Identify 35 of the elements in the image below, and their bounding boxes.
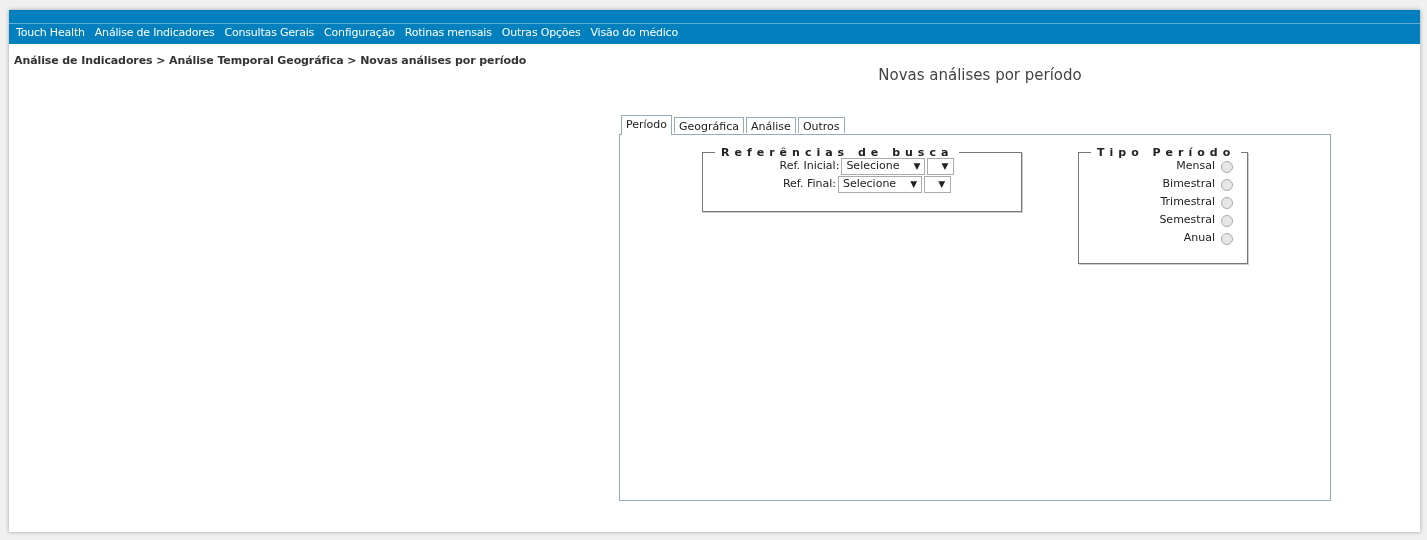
radio-button[interactable] — [1221, 196, 1233, 209]
radio-button[interactable] — [1221, 214, 1233, 227]
option-label: Trimestral — [1160, 194, 1215, 211]
menu-item[interactable]: Consultas Gerais — [219, 25, 320, 42]
radio-button[interactable] — [1221, 232, 1233, 245]
option-label: Semestral — [1159, 212, 1215, 229]
option-label: Mensal — [1176, 158, 1215, 175]
caret-icon: ▼ — [913, 159, 921, 174]
caret-icon: ▼ — [938, 177, 946, 192]
dropdown[interactable]: ▼ — [927, 158, 955, 175]
tab[interactable]: Análise — [746, 117, 796, 133]
caret-icon: ▼ — [941, 159, 949, 174]
tab[interactable]: Outros — [797, 117, 845, 133]
breadcrumb: Análise de Indicadores > Análise Temporal Geográfica > Novas análises por período — [13, 53, 528, 69]
field-label: Ref. Final: — [782, 176, 836, 193]
option-label: Anual — [1183, 230, 1215, 247]
menu-item[interactable]: Outras Opções — [496, 25, 586, 42]
option-label: Bimestral — [1162, 176, 1215, 193]
dropdown[interactable]: Selecione ▼ — [838, 176, 923, 193]
menu-item[interactable]: Touch Health — [11, 25, 90, 42]
menu-item[interactable]: Visão do médico — [585, 25, 683, 42]
page-title: Novas análises por período — [877, 64, 1083, 86]
menu-item[interactable]: Análise de Indicadores — [89, 25, 220, 42]
tab[interactable]: Período — [621, 115, 673, 135]
dropdown[interactable]: Selecione ▼ — [841, 158, 926, 175]
group-title: Tipo Período — [1096, 146, 1237, 158]
radio-button[interactable] — [1221, 160, 1233, 173]
field-label: Ref. Inicial: — [779, 158, 840, 175]
group-title: Referências de busca — [720, 146, 955, 158]
menu-item[interactable]: Configuração — [319, 25, 400, 42]
caret-icon: ▼ — [910, 177, 918, 192]
radio-button[interactable] — [1221, 178, 1233, 191]
tab[interactable]: Geográfica — [674, 117, 744, 133]
dropdown[interactable]: ▼ — [924, 176, 952, 193]
menu-item[interactable]: Rotinas mensais — [399, 25, 497, 42]
